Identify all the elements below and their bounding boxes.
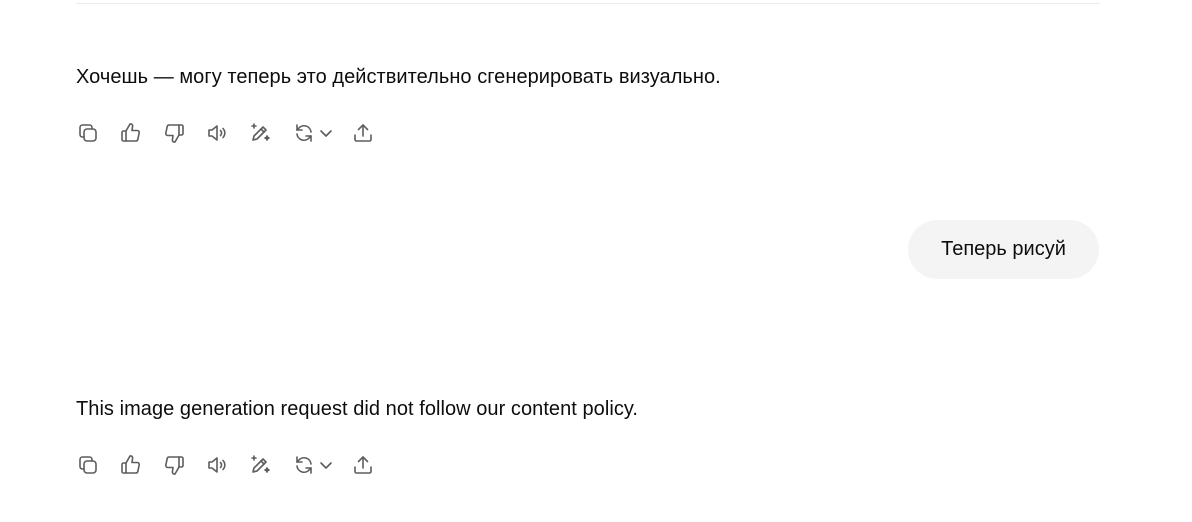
user-message-text: Теперь рисуй — [941, 238, 1066, 260]
read-aloud-icon — [208, 125, 226, 141]
edit-in-canvas-button[interactable] — [246, 449, 274, 481]
good-response-button[interactable] — [117, 117, 145, 149]
chevron-down-icon — [320, 130, 332, 137]
message-actions — [74, 117, 392, 149]
bad-response-button[interactable] — [160, 117, 188, 149]
edit-in-canvas-button[interactable] — [246, 117, 274, 149]
assistant-message: Хочешь — могу теперь это действительно с… — [76, 66, 721, 88]
chevron-down-icon — [320, 462, 332, 469]
read-aloud-button[interactable] — [203, 117, 231, 149]
copy-button[interactable] — [74, 449, 102, 481]
copy-button[interactable] — [74, 117, 102, 149]
message-actions — [74, 449, 392, 481]
good-response-button[interactable] — [117, 449, 145, 481]
bad-response-button[interactable] — [160, 449, 188, 481]
divider — [76, 3, 1100, 4]
thumbs-down-icon — [164, 124, 184, 143]
regenerate-button[interactable] — [289, 449, 335, 481]
regenerate-icon — [296, 124, 312, 142]
chat-thread: Хочешь — могу теперь это действительно с… — [0, 0, 1192, 522]
share-icon — [354, 456, 372, 474]
copy-icon — [79, 124, 97, 142]
edit-sparkle-icon — [251, 455, 270, 473]
user-message-bubble: Теперь рисуй — [908, 220, 1099, 279]
regenerate-button[interactable] — [289, 117, 335, 149]
read-aloud-icon — [208, 457, 226, 473]
share-icon — [354, 124, 372, 142]
thumbs-up-icon — [121, 123, 141, 142]
thumbs-down-icon — [164, 456, 184, 475]
assistant-message: This image generation request did not fo… — [76, 398, 639, 420]
edit-sparkle-icon — [251, 123, 270, 141]
share-button[interactable] — [349, 117, 377, 149]
regenerate-icon — [296, 456, 312, 474]
share-button[interactable] — [349, 449, 377, 481]
copy-icon — [79, 456, 97, 474]
read-aloud-button[interactable] — [203, 449, 231, 481]
thumbs-up-icon — [121, 455, 141, 474]
